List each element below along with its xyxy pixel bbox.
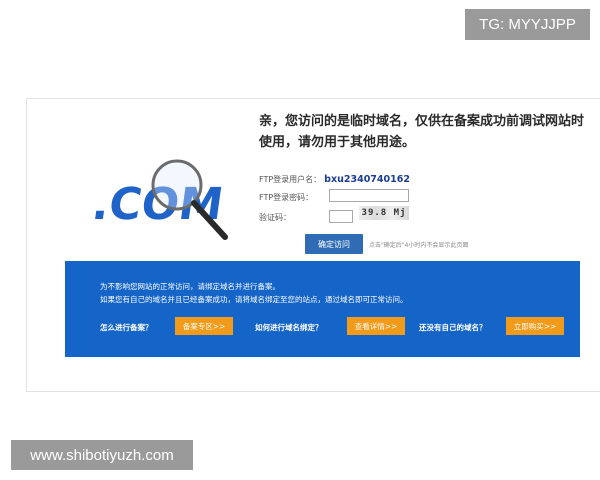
- confirm-hint: 点击"确定后"4小时内不会显示此页面: [369, 242, 469, 249]
- ftp-user-value: bxu2340740162: [324, 174, 410, 185]
- captcha-label: 验证码：: [259, 213, 291, 222]
- captcha-image[interactable]: 39.8 Mj: [359, 206, 409, 220]
- domain-binding-question: 如何进行域名绑定？: [255, 323, 323, 332]
- no-domain-question: 还没有自己的域名？: [419, 323, 487, 332]
- filing-question: 怎么进行备案？: [100, 323, 153, 332]
- ftp-password-input[interactable]: [329, 189, 409, 202]
- notice-line-2: 如果您有自己的域名并且已经备案成功，请将域名绑定至您的站点，通过域名即可正常访问…: [100, 295, 408, 304]
- notice-box: 为不影响您网站的正常访问，请绑定域名并进行备案。 如果您有自己的域名并且已经备案…: [65, 261, 580, 357]
- temporary-domain-panel: .COM 亲，您访问的是临时域名，仅供在备案成功前调试网站时使用，请勿用于其他用…: [26, 98, 600, 392]
- notice-line-1: 为不影响您网站的正常访问，请绑定域名并进行备案。: [100, 282, 280, 291]
- ftp-password-label: FTP登录密码：: [259, 193, 314, 202]
- filing-zone-button[interactable]: 备案专区>>: [175, 317, 233, 335]
- buy-now-button[interactable]: 立即购买>>: [506, 317, 564, 335]
- confirm-visit-button[interactable]: 确定访问: [305, 234, 363, 254]
- captcha-input[interactable]: [329, 210, 353, 223]
- ftp-user-label: FTP登录用户名：: [259, 175, 322, 184]
- watermark-bottom: www.shibotiyuzh.com: [11, 440, 193, 470]
- page-headline: 亲，您访问的是临时域名，仅供在备案成功前调试网站时使用，请勿用于其他用途。: [259, 114, 585, 150]
- dot-com-magnifier-logo: .COM: [89, 159, 228, 240]
- view-details-button[interactable]: 查看详情>>: [347, 317, 405, 335]
- watermark-top: TG: MYYJJPP: [465, 9, 590, 40]
- ftp-user-row: FTP登录用户名： bxu2340740162: [259, 174, 410, 185]
